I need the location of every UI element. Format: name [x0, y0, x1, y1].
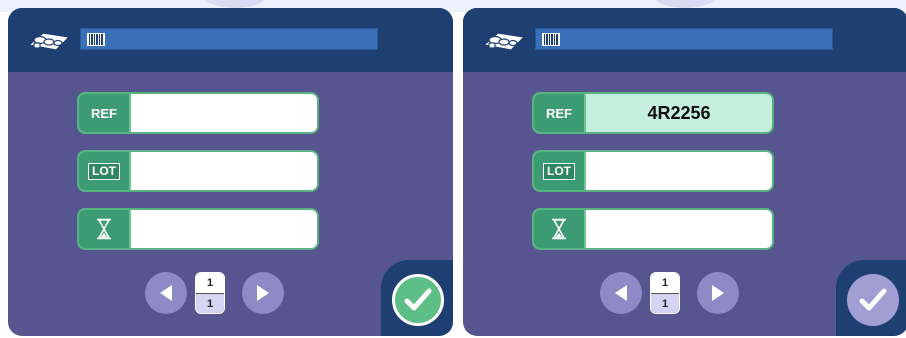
decorative-blob	[655, 0, 715, 8]
next-button[interactable]	[242, 272, 284, 314]
ref-value: 4R2256	[647, 102, 711, 123]
header-divider	[8, 72, 453, 80]
ref-tag-label: REF	[546, 105, 572, 121]
expiry-value	[131, 210, 317, 248]
barcode-icon	[542, 33, 560, 46]
next-button[interactable]	[697, 272, 739, 314]
page-indicator: 1 1	[650, 272, 680, 314]
lot-tag-label: LOT	[88, 162, 120, 180]
lot-value	[131, 152, 317, 190]
ref-tag-label: REF	[91, 105, 117, 121]
confirm-button[interactable]	[847, 274, 899, 326]
confirm-button[interactable]	[392, 274, 444, 326]
screen-left: REF LOT 1 1	[8, 8, 453, 336]
ref-tag: REF	[534, 94, 586, 132]
lot-value	[586, 152, 772, 190]
ref-value	[131, 94, 317, 132]
lot-field[interactable]: LOT	[77, 150, 319, 192]
ref-tag: REF	[79, 94, 131, 132]
hourglass-icon	[97, 218, 111, 240]
arrow-left-icon	[615, 285, 627, 301]
reagent-pack-icon	[27, 32, 71, 51]
ref-field[interactable]: REF 4R2256	[532, 92, 774, 134]
page-total: 1	[196, 293, 224, 313]
expiry-value	[586, 210, 772, 248]
expiry-field[interactable]	[532, 208, 774, 250]
arrow-right-icon	[257, 285, 269, 301]
decorative-blob	[205, 0, 265, 8]
expiry-field[interactable]	[77, 208, 319, 250]
hourglass-icon	[552, 218, 566, 240]
prev-button[interactable]	[600, 272, 642, 314]
barcode-icon	[87, 33, 105, 46]
arrow-right-icon	[712, 285, 724, 301]
page-indicator: 1 1	[195, 272, 225, 314]
header-bar	[8, 8, 453, 72]
page-total: 1	[651, 293, 679, 313]
expiry-tag	[534, 210, 586, 248]
header-divider	[463, 72, 906, 80]
confirm-panel	[836, 260, 906, 336]
arrow-left-icon	[160, 285, 172, 301]
confirm-panel	[381, 260, 453, 336]
lot-tag-label: LOT	[543, 162, 575, 180]
screen-right: REF 4R2256 LOT 1 1	[463, 8, 906, 336]
expiry-tag	[79, 210, 131, 248]
prev-button[interactable]	[145, 272, 187, 314]
page-current: 1	[196, 273, 224, 293]
barcode-input[interactable]	[80, 28, 378, 50]
lot-tag: LOT	[79, 152, 131, 190]
ref-field[interactable]: REF	[77, 92, 319, 134]
reagent-pack-icon	[482, 32, 526, 51]
lot-field[interactable]: LOT	[532, 150, 774, 192]
header-bar	[463, 8, 906, 72]
checkmark-icon	[859, 288, 887, 311]
barcode-input[interactable]	[535, 28, 833, 50]
lot-tag: LOT	[534, 152, 586, 190]
page-current: 1	[651, 273, 679, 293]
checkmark-icon	[404, 288, 432, 311]
